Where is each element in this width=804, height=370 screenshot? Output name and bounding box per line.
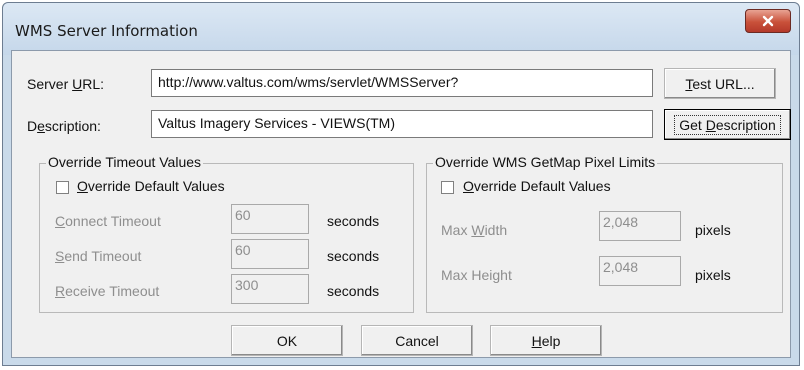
send-timeout-label: Send Timeout	[55, 248, 142, 264]
server-url-label: Server URL:	[27, 76, 105, 92]
timeout-override-checkbox[interactable]	[56, 181, 69, 194]
connect-timeout-label: Connect Timeout	[55, 213, 161, 229]
cancel-button[interactable]: Cancel	[361, 325, 473, 356]
window-title: WMS Server Information	[15, 22, 198, 40]
help-button[interactable]: Help	[490, 325, 602, 356]
pixel-limits-group: Override WMS GetMap Pixel Limits Overrid…	[426, 154, 783, 313]
max-height-unit: pixels	[695, 267, 731, 283]
get-description-button[interactable]: Get Description	[664, 109, 791, 140]
description-input[interactable]: Valtus Imagery Services - VIEWS(TM)	[151, 110, 653, 138]
max-width-unit: pixels	[695, 222, 731, 238]
close-icon	[762, 15, 774, 27]
description-label: Description:	[27, 118, 101, 134]
timeout-override-label: Override Default Values	[77, 178, 225, 194]
max-width-input[interactable]: 2,048	[599, 211, 681, 241]
send-timeout-unit: seconds	[327, 248, 380, 264]
ok-button[interactable]: OK	[231, 325, 343, 356]
pixel-override-checkbox[interactable]	[441, 181, 454, 194]
dialog-window: WMS Server Information Server URL: http:…	[2, 2, 800, 366]
pixel-limits-group-title: Override WMS GetMap Pixel Limits	[433, 154, 658, 170]
pixel-override-label: Override Default Values	[463, 178, 611, 194]
server-url-input[interactable]: http://www.valtus.com/wms/servlet/WMSSer…	[151, 69, 653, 97]
receive-timeout-input[interactable]: 300	[231, 274, 309, 304]
test-url-button[interactable]: Test URL...	[664, 68, 776, 99]
timeout-group: Override Timeout Values Override Default…	[39, 154, 414, 313]
connect-timeout-unit: seconds	[327, 213, 380, 229]
receive-timeout-unit: seconds	[327, 283, 380, 299]
connect-timeout-input[interactable]: 60	[231, 204, 309, 234]
max-height-label: Max Height	[441, 267, 512, 283]
dialog-body: Server URL: http://www.valtus.com/wms/se…	[11, 50, 791, 358]
close-button[interactable]	[745, 9, 791, 33]
receive-timeout-label: Receive Timeout	[55, 283, 160, 299]
timeout-group-title: Override Timeout Values	[46, 154, 204, 170]
max-width-label: Max Width	[441, 222, 508, 238]
send-timeout-input[interactable]: 60	[231, 239, 309, 269]
max-height-input[interactable]: 2,048	[599, 256, 681, 286]
title-bar[interactable]: WMS Server Information	[3, 3, 799, 55]
